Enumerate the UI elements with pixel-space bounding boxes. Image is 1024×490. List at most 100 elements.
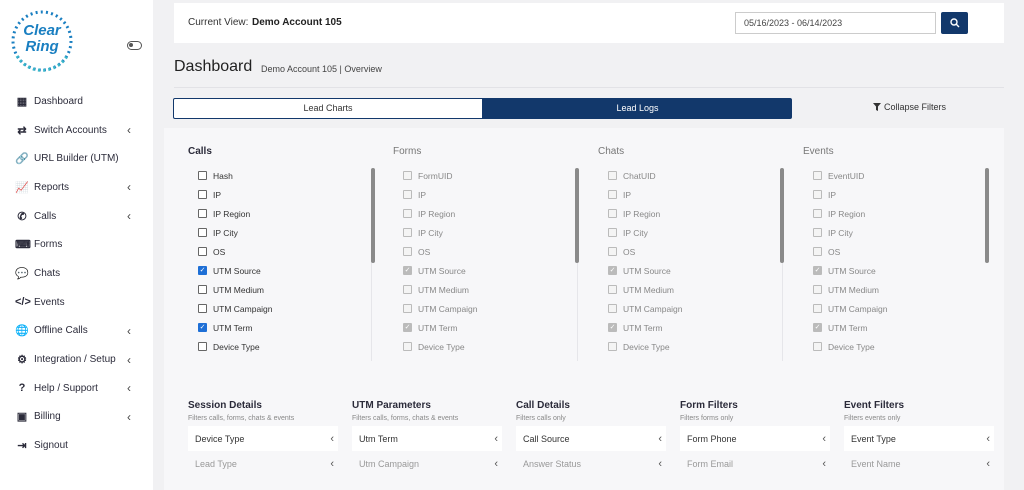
- filter-option-label: Device Type: [195, 433, 245, 444]
- sidebar-toggle-switch[interactable]: [127, 41, 142, 50]
- checkbox: [813, 285, 822, 294]
- sidebar-item-label: Switch Accounts: [34, 124, 107, 136]
- question-circle-icon: ?: [18, 382, 26, 395]
- breadcrumb: Demo Account 105 | Overview: [261, 64, 382, 74]
- filter-option[interactable]: Lead Type ‹: [188, 451, 338, 476]
- sidebar-item-help-support[interactable]: ? Help / Support ‹: [0, 374, 153, 403]
- chevron-left-icon: ‹: [494, 432, 498, 445]
- sidebar-item-label: Integration / Setup: [34, 354, 116, 366]
- sidebar-item-label: Events: [34, 296, 65, 308]
- checkbox-row[interactable]: Hash: [188, 166, 388, 185]
- checkbox-label: EventUID: [828, 170, 865, 181]
- sidebar-item-reports[interactable]: 📈 Reports ‹: [0, 173, 153, 202]
- filter-option-label: Form Phone: [687, 433, 737, 444]
- keyboard-icon: ⌨: [15, 239, 31, 252]
- checkbox: [608, 190, 617, 199]
- wallet-icon: ▣: [16, 411, 28, 424]
- checkbox-row: EventUID: [803, 166, 1003, 185]
- checkbox-row[interactable]: OS: [188, 242, 388, 261]
- checkbox-row[interactable]: UTM Campaign: [188, 299, 388, 318]
- filter-group-subtitle: Filters events only: [844, 415, 901, 422]
- sidebar-item-label: Dashboard: [34, 95, 83, 107]
- checkbox-row[interactable]: UTM Medium: [188, 280, 388, 299]
- checkbox[interactable]: [198, 304, 207, 313]
- filter-option[interactable]: Form Phone ‹: [680, 426, 830, 451]
- filter-option-label: Utm Campaign: [359, 458, 420, 469]
- checkbox: [813, 304, 822, 313]
- filter-option[interactable]: Utm Term ‹: [352, 426, 502, 451]
- sidebar-item-label: Calls: [34, 210, 57, 222]
- clearring-logo[interactable]: Clear Ring: [9, 8, 75, 74]
- checkbox[interactable]: [198, 285, 207, 294]
- checkbox: [403, 342, 412, 351]
- checkbox[interactable]: [198, 209, 207, 218]
- checkbox-label: ChatUID: [623, 170, 656, 181]
- checkbox-row[interactable]: IP: [188, 185, 388, 204]
- search-button[interactable]: [941, 12, 968, 34]
- checkbox-checked: [403, 266, 412, 275]
- checkbox-label: UTM Source: [623, 265, 671, 276]
- checkbox[interactable]: [198, 342, 207, 351]
- chevron-left-icon: ‹: [127, 209, 131, 224]
- chevron-left-icon: ‹: [127, 323, 131, 338]
- sidebar-item-integration-setup[interactable]: ⚙ Integration / Setup ‹: [0, 345, 153, 374]
- checkbox-label: UTM Source: [828, 265, 876, 276]
- sidebar-item-url-builder-utm[interactable]: 🔗 URL Builder (UTM): [0, 144, 153, 173]
- filter-option[interactable]: Utm Campaign ‹: [352, 451, 502, 476]
- checkbox: [813, 190, 822, 199]
- checkbox-checked[interactable]: [198, 266, 207, 275]
- checkbox-row: OS: [803, 242, 1003, 261]
- checkbox-row: UTM Term: [393, 318, 593, 337]
- checkbox-row: UTM Term: [803, 318, 1003, 337]
- checkbox-row[interactable]: UTM Source: [188, 261, 388, 280]
- page-title: Dashboard: [174, 58, 253, 75]
- checkbox-row: ChatUID: [598, 166, 798, 185]
- date-range-input[interactable]: [735, 12, 936, 34]
- checkbox-label: Device Type: [213, 341, 260, 352]
- checkbox-row[interactable]: Device Type: [188, 337, 388, 356]
- sidebar-item-events[interactable]: </> Events: [0, 288, 153, 317]
- sidebar-item-signout[interactable]: ⇥ Signout: [0, 431, 153, 460]
- filter-option[interactable]: Call Source ‹: [516, 426, 666, 451]
- checkbox-row[interactable]: UTM Term: [188, 318, 388, 337]
- filter-option[interactable]: Event Type ‹: [844, 426, 994, 451]
- tab-lead-charts[interactable]: Lead Charts: [173, 98, 483, 119]
- sidebar-item-switch-accounts[interactable]: ⇄ Switch Accounts ‹: [0, 116, 153, 145]
- checkbox-row[interactable]: IP City: [188, 223, 388, 242]
- checkbox-row: UTM Campaign: [803, 299, 1003, 318]
- collapse-filters-button[interactable]: Collapse Filters: [873, 102, 946, 112]
- sidebar-item-calls[interactable]: ✆ Calls ‹: [0, 202, 153, 231]
- filter-group-utm-parameters: UTM Parameters Filters calls, forms, chat…: [352, 400, 502, 476]
- current-view-value[interactable]: Demo Account 105: [252, 17, 342, 28]
- checkbox-checked: [403, 323, 412, 332]
- sidebar-item-billing[interactable]: ▣ Billing ‹: [0, 403, 153, 432]
- checkbox: [608, 247, 617, 256]
- filter-option[interactable]: Event Name ‹: [844, 451, 994, 476]
- sidebar-item-dashboard[interactable]: ▦ Dashboard: [0, 87, 153, 116]
- filter-option[interactable]: Form Email ‹: [680, 451, 830, 476]
- checkbox-checked: [813, 323, 822, 332]
- sidebar-item-forms[interactable]: ⌨ Forms: [0, 230, 153, 259]
- checkbox-label: IP City: [828, 227, 853, 238]
- checkbox[interactable]: [198, 190, 207, 199]
- column-events: Events EventUID IP IP Region IP City OS UTM So…: [803, 146, 1003, 356]
- checkbox-checked[interactable]: [198, 323, 207, 332]
- checkbox: [813, 247, 822, 256]
- sidebar: Clear Ring ▦ Dashboard ⇄ Switch Accounts ‹ 🔗 U…: [0, 0, 153, 490]
- checkbox[interactable]: [198, 171, 207, 180]
- chevron-left-icon: ‹: [330, 457, 334, 470]
- filter-option[interactable]: Device Type ‹: [188, 426, 338, 451]
- checkbox-row[interactable]: IP Region: [188, 204, 388, 223]
- comments-icon: 💬: [15, 267, 29, 280]
- sidebar-item-chats[interactable]: 💬 Chats: [0, 259, 153, 288]
- checkbox: [608, 342, 617, 351]
- chevron-left-icon: ‹: [658, 457, 662, 470]
- checkbox[interactable]: [198, 247, 207, 256]
- checkbox-label: OS: [828, 246, 841, 257]
- sidebar-item-offline-calls[interactable]: 🌐 Offline Calls ‹: [0, 317, 153, 346]
- header-divider: [174, 87, 1004, 88]
- checkbox[interactable]: [198, 228, 207, 237]
- current-view-label: Current View:: [188, 17, 249, 28]
- tab-lead-logs[interactable]: Lead Logs: [483, 98, 792, 119]
- filter-option[interactable]: Answer Status ‹: [516, 451, 666, 476]
